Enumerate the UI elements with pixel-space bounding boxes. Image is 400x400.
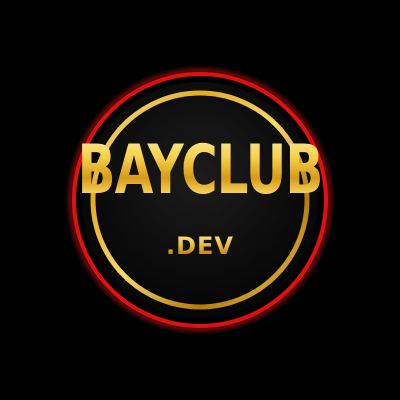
brand-domain-suffix: .DEV	[0, 231, 400, 261]
brand-name: BAYCLUB	[0, 130, 400, 211]
logo-canvas: BAYCLUB .DEV	[0, 0, 400, 400]
